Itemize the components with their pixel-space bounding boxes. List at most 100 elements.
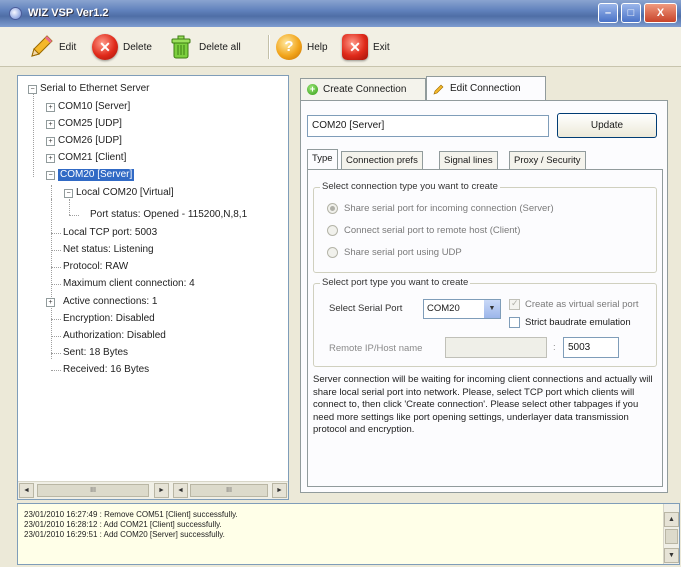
exit-button[interactable]: ✕ Exit (342, 33, 390, 61)
tree-detail-item[interactable]: Maximum client connection: 4 (63, 278, 195, 290)
serial-port-select[interactable]: COM20 ▼ (423, 299, 501, 319)
tab-create-connection[interactable]: + Create Connection (300, 78, 426, 100)
active-connections-expander[interactable]: + (46, 298, 55, 307)
edit-label: Edit (59, 41, 77, 53)
serial-port-value: COM20 (427, 303, 460, 314)
port-type-group-title: Select port type you want to create (320, 277, 471, 288)
scroll-right-button[interactable]: ► (272, 483, 287, 498)
server-expander[interactable]: + (46, 103, 55, 112)
checkbox[interactable] (509, 317, 520, 328)
radio-label: Connect serial port to remote host (Clie… (344, 225, 521, 236)
tcp-port-field[interactable]: 5003 (563, 337, 619, 358)
scroll-down-button[interactable]: ▼ (664, 548, 679, 563)
tree-server-item[interactable]: COM21 [Client] (58, 152, 126, 164)
scroll-thumb[interactable]: III (37, 484, 149, 497)
radio-label: Share serial port using UDP (344, 247, 462, 258)
tab-create-label: Create Connection (323, 84, 407, 95)
radio-button[interactable] (327, 203, 338, 214)
connection-description: Server connection will be waiting for in… (313, 374, 653, 435)
subtab-connection-prefs[interactable]: Connection prefs (341, 151, 423, 169)
tree-detail-item[interactable]: Protocol: RAW (63, 261, 128, 273)
port-separator: : (553, 342, 556, 353)
tree-server-item[interactable]: COM26 [UDP] (58, 135, 122, 147)
checkbox-label: Create as virtual serial port (525, 299, 639, 310)
tree-detail-item[interactable]: Local TCP port: 5003 (63, 227, 157, 239)
subtab-type[interactable]: Type (307, 149, 338, 169)
radio-label: Share serial port for incoming connectio… (344, 203, 554, 214)
tree-port-status[interactable]: Port status: Opened - 115200,N,8,1 (90, 209, 247, 221)
delete-button[interactable]: ✕ Delete (92, 33, 152, 61)
delete-all-label: Delete all (199, 41, 241, 53)
window-title: WIZ VSP Ver1.2 (28, 7, 109, 19)
edit-connection-page: COM20 [Server] Update Type Connection pr… (300, 100, 668, 493)
tree-server-item-selected[interactable]: COM20 [Server] (58, 169, 135, 181)
scroll-right-button[interactable]: ► (154, 483, 169, 498)
scroll-left-button[interactable]: ◄ (173, 483, 188, 498)
help-icon: ? (276, 34, 302, 60)
radio-button[interactable] (327, 225, 338, 236)
pencil-icon (28, 34, 54, 60)
delete-icon: ✕ (92, 34, 118, 60)
checkbox[interactable] (509, 298, 520, 310)
tree-detail-item[interactable]: Received: 16 Bytes (63, 364, 149, 376)
subtab-proxy-security[interactable]: Proxy / Security (509, 151, 586, 169)
scroll-left-button[interactable]: ◄ (19, 483, 34, 498)
trash-icon (168, 34, 194, 60)
exit-icon: ✕ (342, 34, 368, 60)
tree-server-item[interactable]: COM10 [Server] (58, 101, 130, 113)
radio-server[interactable]: Share serial port for incoming connectio… (327, 203, 554, 214)
log-vertical-scrollbar[interactable]: ▲ ▼ (663, 504, 679, 564)
subtab-signal-lines[interactable]: Signal lines (439, 151, 498, 169)
scroll-up-button[interactable]: ▲ (664, 512, 679, 527)
remote-host-label: Remote IP/Host name (329, 343, 423, 354)
virtual-port-checkbox[interactable]: Create as virtual serial port (509, 298, 639, 310)
tab-edit-connection[interactable]: Edit Connection (426, 76, 546, 100)
delete-all-button[interactable]: Delete all (168, 33, 241, 61)
radio-client[interactable]: Connect serial port to remote host (Clie… (327, 225, 520, 236)
tree-detail-item[interactable]: Active connections: 1 (63, 296, 158, 308)
help-button[interactable]: ? Help (276, 33, 328, 61)
server-expander[interactable]: − (46, 171, 55, 180)
connection-tree: − Serial to Ethernet Server + COM10 [Ser… (18, 76, 288, 481)
connection-type-group-title: Select connection type you want to creat… (320, 181, 500, 192)
log-line: 23/01/2010 16:27:49 : Remove COM51 [Clie… (24, 510, 238, 519)
server-expander[interactable]: + (46, 120, 55, 129)
tree-detail-item[interactable]: Authorization: Disabled (63, 330, 166, 342)
toolbar-separator (268, 35, 270, 59)
scroll-thumb[interactable]: III (190, 484, 268, 497)
root-expander[interactable]: − (28, 85, 37, 94)
strict-baudrate-checkbox[interactable]: Strict baudrate emulation (509, 317, 631, 328)
radio-udp[interactable]: Share serial port using UDP (327, 247, 462, 258)
log-panel: 23/01/2010 16:27:49 : Remove COM51 [Clie… (17, 503, 680, 565)
update-button[interactable]: Update (557, 113, 657, 138)
maximize-button[interactable]: □ (621, 3, 641, 23)
connection-tree-panel: − Serial to Ethernet Server + COM10 [Ser… (17, 75, 289, 500)
checkbox-label: Strict baudrate emulation (525, 317, 631, 328)
tab-edit-label: Edit Connection (450, 83, 521, 94)
radio-button[interactable] (327, 247, 338, 258)
minimize-button[interactable]: – (598, 3, 618, 23)
tree-server-item[interactable]: COM25 [UDP] (58, 118, 122, 130)
server-expander[interactable]: + (46, 137, 55, 146)
tree-detail-item[interactable]: Encryption: Disabled (63, 313, 155, 325)
tree-detail-item[interactable]: Sent: 18 Bytes (63, 347, 128, 359)
connection-name-field[interactable]: COM20 [Server] (307, 115, 549, 137)
tree-local-com[interactable]: Local COM20 [Virtual] (76, 187, 174, 199)
close-button[interactable]: X (644, 3, 677, 23)
help-label: Help (307, 41, 328, 53)
plus-icon: + (307, 84, 318, 95)
scroll-thumb[interactable] (665, 529, 678, 544)
server-expander[interactable]: + (46, 154, 55, 163)
pencil-icon (433, 84, 444, 94)
tree-root[interactable]: Serial to Ethernet Server (40, 83, 150, 95)
chevron-down-icon[interactable]: ▼ (484, 300, 500, 318)
edit-button[interactable]: Edit (28, 33, 76, 61)
local-com-expander[interactable]: − (64, 189, 73, 198)
tree-detail-item[interactable]: Net status: Listening (63, 244, 154, 256)
serial-port-label: Select Serial Port (329, 303, 403, 314)
tree-horizontal-scrollbar[interactable]: ◄ III ► ◄ III ► (18, 481, 288, 499)
toolbar: Edit ✕ Delete Delete all ? Help ✕ Exit (0, 27, 681, 67)
remote-host-field[interactable] (445, 337, 547, 358)
app-icon (9, 7, 22, 20)
log-line: 23/01/2010 16:28:12 : Add COM21 [Client]… (24, 520, 222, 529)
